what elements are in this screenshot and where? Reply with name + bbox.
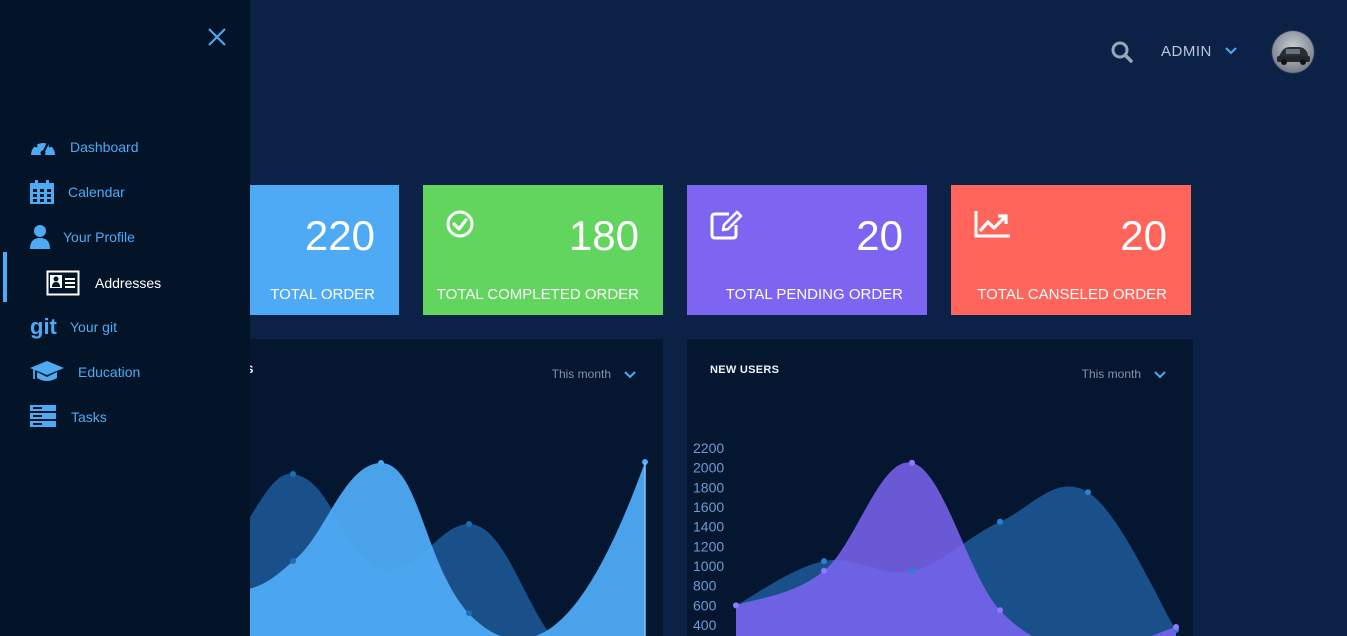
git-icon: git	[30, 314, 58, 339]
y-tick-label: 600	[693, 597, 717, 613]
chart-point	[290, 471, 296, 477]
search-icon[interactable]	[1110, 40, 1134, 64]
period-label: This month	[1081, 367, 1141, 381]
chart-point	[378, 460, 384, 466]
chart-point	[733, 602, 739, 609]
check-circle-icon	[446, 210, 474, 238]
stat-label: TOTAL PENDING ORDER	[725, 286, 903, 303]
chart-point	[290, 558, 296, 564]
new-users-chart-panel: 2200 2000 1800 1600 1400 1200 1000 800 600 400 NE…	[687, 339, 1193, 636]
calendar-icon	[30, 180, 54, 204]
close-icon[interactable]	[206, 26, 228, 48]
dashboard-page: ) ADMIN 220 TOTAL ORDER 180 TOTAL COMPLE…	[0, 0, 1347, 636]
y-tick-label: 800	[693, 578, 717, 594]
avatar[interactable]	[1272, 31, 1314, 73]
chevron-down-icon	[624, 370, 636, 378]
sidebar: Dashboard Calendar Your Profile Addresse…	[0, 0, 250, 636]
stat-label: TOTAL COMPLETED ORDER	[436, 286, 639, 303]
y-tick-label: 1600	[693, 499, 724, 515]
address-card-icon	[46, 270, 80, 296]
period-select[interactable]: This month	[1082, 367, 1167, 381]
chart-point	[909, 459, 915, 466]
chart-point	[997, 518, 1003, 525]
sidebar-item-dashboard[interactable]: Dashboard	[0, 129, 250, 165]
sidebar-item-label: Addresses	[95, 275, 162, 291]
chart-point	[1085, 489, 1091, 496]
stat-label: TOTAL ORDER	[270, 286, 375, 303]
chevron-down-icon	[1154, 370, 1166, 378]
chart-point	[466, 610, 472, 616]
y-tick-label: 1000	[693, 558, 724, 574]
sidebar-item-label: Education	[78, 364, 141, 380]
sidebar-item-profile[interactable]: Your Profile	[0, 219, 250, 255]
chart-point	[1173, 623, 1179, 630]
sidebar-item-label: Your Profile	[63, 229, 135, 245]
user-icon	[30, 225, 50, 249]
chevron-down-icon	[1225, 47, 1237, 55]
y-tick-label: 1800	[693, 479, 724, 495]
stat-label: TOTAL CANSELED ORDER	[977, 286, 1167, 303]
sidebar-item-education[interactable]: Education	[0, 354, 250, 390]
new-users-area-chart: 2200 2000 1800 1600 1400 1200 1000 800 600 400	[693, 440, 1179, 636]
chart-point	[997, 607, 1003, 614]
sidebar-item-addresses[interactable]: Addresses	[0, 265, 250, 301]
sidebar-item-calendar[interactable]: Calendar	[0, 174, 250, 210]
chart-point	[466, 521, 472, 527]
sidebar-item-label: Dashboard	[70, 139, 139, 155]
period-select[interactable]: This month	[552, 367, 637, 381]
period-label: This month	[551, 367, 611, 381]
sidebar-item-tasks[interactable]: Tasks	[0, 399, 250, 435]
chart-point	[821, 558, 827, 565]
stat-card-canceled-order[interactable]: 20 TOTAL CANSELED ORDER	[951, 185, 1191, 315]
svg-text:git: git	[30, 314, 58, 339]
graduation-cap-icon	[30, 361, 64, 381]
stat-value: 20	[1120, 212, 1167, 259]
tasks-icon	[30, 405, 56, 427]
stat-value: 180	[568, 212, 639, 259]
stat-card-pending-order[interactable]: 20 TOTAL PENDING ORDER	[687, 185, 927, 315]
admin-menu[interactable]: ADMIN	[1161, 40, 1238, 62]
car-photo-icon	[1277, 47, 1310, 65]
chart-point	[909, 567, 915, 574]
y-tick-label: 2000	[693, 460, 724, 476]
y-tick-label: 1400	[693, 519, 724, 535]
stat-value: 20	[856, 212, 903, 259]
sidebar-item-git[interactable]: git Your git	[0, 309, 250, 345]
sidebar-item-label: Tasks	[71, 409, 107, 425]
sidebar-item-label: Your git	[70, 319, 117, 335]
trend-icon	[974, 211, 1010, 238]
dashboard-icon	[31, 139, 55, 156]
panel-title: NEW USERS	[710, 364, 780, 376]
y-tick-label: 400	[693, 617, 717, 633]
chart-point	[821, 567, 827, 574]
y-tick-label: 1200	[693, 538, 724, 554]
sidebar-item-label: Calendar	[68, 184, 125, 200]
edit-icon	[710, 210, 743, 240]
stat-value: 220	[304, 212, 375, 259]
admin-label: ADMIN	[1161, 42, 1212, 60]
stat-card-completed-order[interactable]: 180 TOTAL COMPLETED ORDER	[423, 185, 663, 315]
y-tick-label: 2200	[693, 440, 724, 456]
